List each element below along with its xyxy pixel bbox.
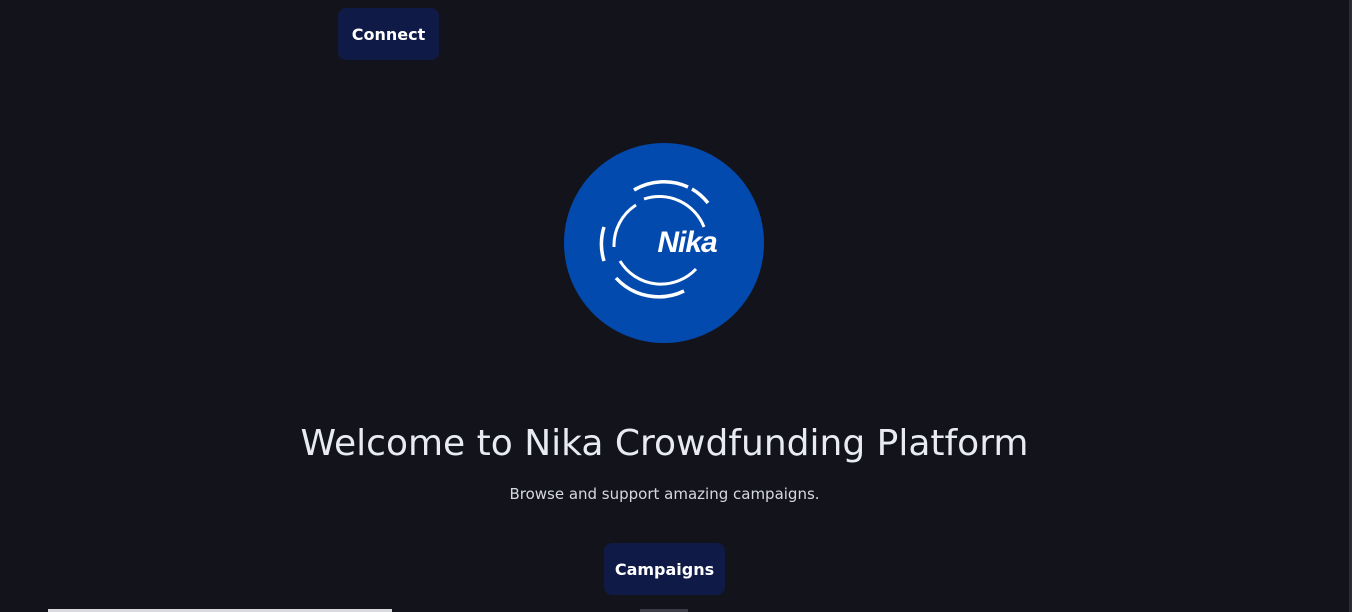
page-title: Welcome to Nika Crowdfunding Platform: [300, 423, 1029, 464]
connect-button[interactable]: Connect: [338, 8, 439, 60]
logo-wordmark: Nika: [657, 226, 717, 259]
nika-logo-svg: Nika: [564, 143, 764, 343]
page-subtitle: Browse and support amazing campaigns.: [509, 485, 820, 503]
page: Connect Nika Welcome to Nika Crowdfundin…: [0, 0, 1352, 612]
campaigns-button[interactable]: Campaigns: [604, 543, 725, 595]
nika-logo-icon: Nika: [564, 143, 764, 343]
